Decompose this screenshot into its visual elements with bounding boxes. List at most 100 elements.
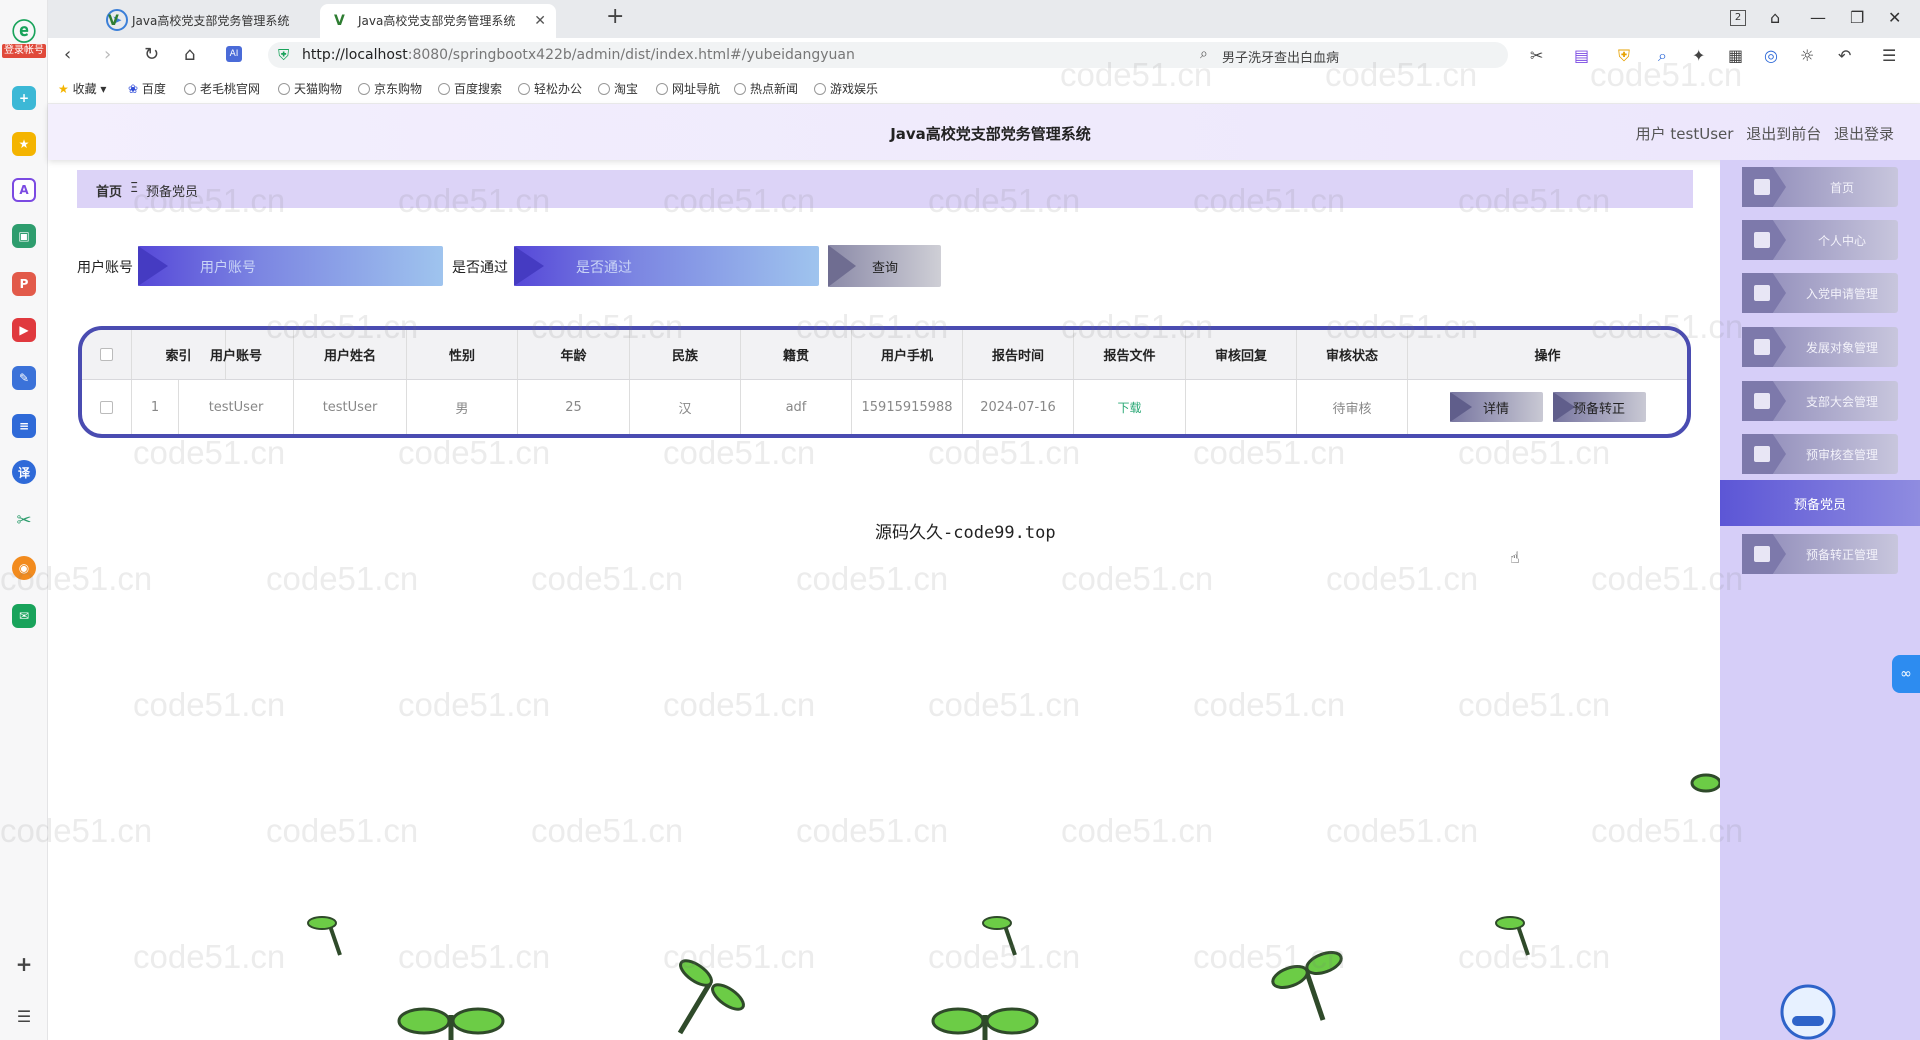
bookmark-laomaotao[interactable]: 老毛桃官网: [184, 80, 260, 97]
button-arrow-icon: [1552, 392, 1575, 422]
user-icon: [1742, 220, 1786, 260]
passed-label: 是否通过: [452, 260, 508, 276]
sidebar-item-personal-center[interactable]: 个人中心: [1742, 220, 1898, 260]
bookmark-jd[interactable]: 京东购物: [358, 80, 422, 97]
shield-icon[interactable]: ⛨: [1618, 46, 1630, 66]
address-bar[interactable]: ⛨ http://localhost:8080/springbootx422b/…: [268, 42, 1218, 68]
tab-count-badge[interactable]: 2: [1730, 10, 1746, 26]
watermark: code51.cn: [133, 434, 286, 471]
menu-icon[interactable]: ☰: [1882, 46, 1896, 65]
sidebar-item-pre-review[interactable]: 预审核查管理: [1742, 434, 1898, 474]
table-header: 索引 用户账号 用户姓名 性别 年龄 民族 籍贯 用户手机 报告时间 报告文件 …: [82, 330, 1687, 380]
home-icon[interactable]: ⌂: [184, 44, 195, 65]
browser-search-box[interactable]: ⌕ 男子洗牙查出白血病: [1188, 42, 1508, 68]
floating-assistant-icon[interactable]: ∞: [1892, 655, 1920, 693]
cell-gender: 男: [407, 380, 518, 434]
select-all-checkbox[interactable]: [100, 348, 113, 361]
translate-icon[interactable]: ▤: [1574, 46, 1589, 65]
back-icon[interactable]: ‹: [64, 44, 71, 65]
bookmark-baidu[interactable]: ❀ 百度: [128, 80, 166, 97]
passed-select[interactable]: 是否通过: [514, 246, 819, 286]
tab-1[interactable]: V Java高校党支部党务管理系统: [94, 4, 318, 38]
bookmark-office[interactable]: 轻松办公: [518, 80, 582, 97]
watermark: code51.cn: [531, 560, 684, 597]
sync-icon[interactable]: ◎: [1764, 46, 1778, 65]
vue-logo-icon: V: [334, 13, 345, 29]
magnifier-icon[interactable]: ⌕: [1658, 46, 1667, 66]
restore-icon[interactable]: ❐: [1850, 8, 1864, 27]
star-favorites-icon[interactable]: ★: [12, 132, 36, 156]
bookmark-baidu-search[interactable]: 百度搜索: [438, 80, 502, 97]
watermark: code51.cn: [796, 560, 949, 597]
mail-icon[interactable]: ✉: [12, 604, 36, 628]
watermark: code51.cn: [133, 938, 286, 975]
close-window-icon[interactable]: ✕: [1888, 8, 1901, 27]
cell-ethnicity: 汉: [630, 380, 741, 434]
download-link[interactable]: 下载: [1117, 399, 1141, 416]
browser-logo-icon[interactable]: ⓔ: [8, 14, 40, 46]
brightness-icon[interactable]: ☼: [1800, 46, 1814, 65]
front-link[interactable]: 退出到前台: [1746, 125, 1821, 143]
convert-button[interactable]: 预备转正: [1552, 392, 1646, 422]
header-report-file: 报告文件: [1074, 330, 1186, 379]
sidebar-item-conversion[interactable]: 预备转正管理: [1742, 534, 1898, 574]
document-tool-icon[interactable]: ≡: [12, 414, 36, 438]
grid-icon[interactable]: ▦: [1728, 46, 1743, 65]
sidebar-item-development[interactable]: 发展对象管理: [1742, 327, 1898, 367]
browser-side-rail: ⓔ 登录帐号 + ★ A ▣ P ▶ ✎ ≡ 译 ✂ ◉ ✉ + ☰: [0, 0, 48, 1040]
video-tool-icon[interactable]: ▶: [12, 318, 36, 342]
bookmark-taobao[interactable]: 淘宝: [598, 80, 638, 97]
bookmark-games[interactable]: 游戏娱乐: [814, 80, 878, 97]
watermark: code51.cn: [1326, 812, 1479, 849]
undo-icon[interactable]: ↶: [1838, 46, 1851, 65]
query-button[interactable]: 查询: [828, 245, 941, 287]
sidebar-menu-icon[interactable]: ☰: [12, 1004, 36, 1028]
tab-2-active[interactable]: V Java高校党支部党务管理系统 ✕: [320, 4, 556, 38]
bookmark-tmall[interactable]: 天猫购物: [278, 80, 342, 97]
detail-button[interactable]: 详情: [1449, 392, 1543, 422]
watermark: code51.cn: [663, 686, 816, 723]
cell-report-file: 下载: [1074, 380, 1186, 434]
account-input[interactable]: 用户账号: [138, 246, 443, 286]
breadcrumb-home[interactable]: 首页: [96, 181, 122, 200]
edit-tool-icon[interactable]: ✎: [12, 366, 36, 390]
scissors-icon[interactable]: ✂: [12, 508, 36, 532]
ai-assistant-icon[interactable]: A: [12, 178, 36, 202]
translate-plus-icon[interactable]: +: [12, 86, 36, 110]
ai-icon[interactable]: AI: [226, 46, 242, 62]
login-badge[interactable]: 登录帐号: [2, 44, 46, 58]
add-sidebar-icon[interactable]: +: [12, 952, 36, 976]
bookmark-nav[interactable]: 网址导航: [656, 80, 720, 97]
sidebar-item-label: 个人中心: [1817, 234, 1866, 248]
pdf-tool-icon[interactable]: P: [12, 272, 36, 296]
close-tab-icon[interactable]: ✕: [534, 4, 546, 38]
watermark: code51.cn: [1458, 434, 1611, 471]
watermark: code51.cn: [266, 812, 419, 849]
minimize-icon[interactable]: —: [1810, 8, 1826, 27]
scissors-icon[interactable]: ✂: [1530, 46, 1543, 65]
new-tab-icon[interactable]: +: [606, 4, 624, 29]
bookmark-favorites[interactable]: ★ 收藏 ▾: [58, 80, 106, 97]
cell-name: testUser: [294, 380, 407, 434]
header-actions: 操作: [1534, 349, 1561, 364]
logout-link[interactable]: 退出登录: [1834, 125, 1894, 143]
translate-icon[interactable]: 译: [12, 460, 36, 484]
image-tool-icon[interactable]: ▣: [12, 224, 36, 248]
propeller-decoration-icon: [1271, 951, 1343, 1021]
sidebar-item-home[interactable]: 首页: [1742, 167, 1898, 207]
forward-icon[interactable]: ›: [104, 44, 111, 65]
shirt-skin-icon[interactable]: ⌂: [1770, 8, 1780, 27]
sidebar-item-branch-meeting[interactable]: 支部大会管理: [1742, 381, 1898, 421]
detail-button-label: 详情: [1482, 401, 1509, 417]
extensions-icon[interactable]: ✦: [1692, 46, 1705, 65]
robot-mascot-icon[interactable]: [1778, 972, 1838, 1040]
sidebar-item-application[interactable]: 入党申请管理: [1742, 273, 1898, 313]
reload-icon[interactable]: ↻: [144, 44, 159, 65]
weibo-icon[interactable]: ◉: [12, 556, 36, 580]
sidebar-item-probationary[interactable]: 预备党员: [1720, 480, 1920, 526]
security-shield-icon: ⛨: [278, 46, 290, 64]
globe-icon: [438, 83, 450, 95]
vue-logo-icon: V: [108, 13, 119, 29]
bookmark-news[interactable]: 热点新闻: [734, 80, 798, 97]
row-checkbox[interactable]: [100, 400, 113, 414]
